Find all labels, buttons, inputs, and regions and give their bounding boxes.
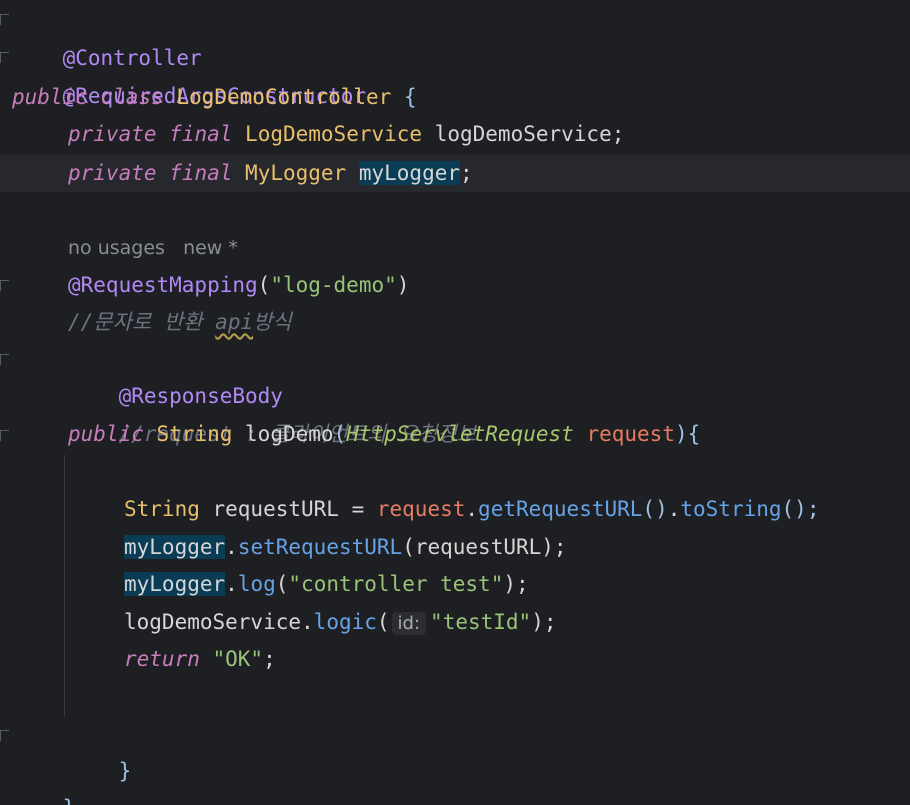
- type-name: String: [156, 422, 233, 446]
- method-call: log: [237, 572, 276, 596]
- comment-text: 방식: [253, 310, 292, 334]
- keyword: return: [124, 647, 200, 671]
- keyword: final: [169, 122, 233, 146]
- usages-text: no usages: [68, 237, 165, 259]
- code-line-current[interactable]: private final MyLogger myLogger;: [0, 155, 910, 192]
- param-name: request: [586, 422, 675, 446]
- field-ref-highlighted: myLogger: [124, 535, 226, 559]
- code-line[interactable]: logDemoService.logic(id: "testId");: [0, 604, 557, 641]
- paren: (: [376, 610, 390, 634]
- paren: (: [275, 572, 289, 596]
- comment-typo: api: [215, 310, 254, 334]
- semicolon: ;: [611, 122, 625, 146]
- code-line[interactable]: public String logDemo(HttpServletRequest…: [0, 416, 700, 453]
- type-name: LogDemoService: [245, 122, 423, 146]
- type-name: MyLogger: [245, 161, 347, 185]
- code-line[interactable]: @RequestMapping("log-demo"): [0, 267, 409, 304]
- paren: );: [541, 535, 567, 559]
- code-line[interactable]: public class LogDemoController {: [0, 79, 417, 116]
- paren: ): [396, 273, 410, 297]
- keyword: public: [68, 422, 144, 446]
- code-line[interactable]: String requestURL = request.getRequestUR…: [0, 491, 819, 528]
- code-line[interactable]: }: [0, 716, 132, 783]
- param-type: HttpServletRequest: [346, 422, 574, 446]
- comment-line[interactable]: //request : 클라이언트의 요청정보: [0, 379, 477, 446]
- field-ref-highlighted: myLogger: [124, 572, 226, 596]
- code-line[interactable]: @ResponseBody: [0, 341, 283, 408]
- paren: (: [402, 535, 415, 559]
- method-call: getRequestURL: [478, 497, 643, 521]
- comment-text: //문자로 반환: [68, 310, 216, 334]
- paren: ): [674, 422, 688, 446]
- string-literal: "log-demo": [270, 273, 397, 297]
- dot: .: [225, 535, 238, 559]
- dot: .: [667, 497, 681, 521]
- brace: }: [63, 796, 76, 805]
- keyword: class: [100, 85, 164, 109]
- code-line[interactable]: myLogger.setRequestURL(requestURL);: [0, 529, 567, 566]
- code-line[interactable]: private final LogDemoService logDemoServ…: [0, 116, 624, 153]
- method-call: logic: [313, 610, 377, 634]
- author-status: new *: [183, 237, 238, 259]
- paren: (): [642, 497, 668, 521]
- string-literal: "testId": [430, 610, 532, 634]
- dot: .: [225, 572, 238, 596]
- dot: .: [465, 497, 479, 521]
- field-ref: logDemoService: [124, 610, 302, 634]
- method-name: logDemo: [245, 422, 334, 446]
- keyword: public: [12, 85, 88, 109]
- code-editor[interactable]: @Controller @RequiredArgsConstructor pub…: [0, 0, 910, 805]
- paren: ();: [781, 497, 820, 521]
- class-name: LogDemoController: [176, 85, 392, 109]
- keyword: private: [68, 122, 157, 146]
- code-line[interactable]: myLogger.log("controller test");: [0, 566, 529, 603]
- paren: (: [333, 422, 347, 446]
- var-assign: requestURL =: [199, 497, 377, 521]
- paren: (: [257, 273, 271, 297]
- code-line[interactable]: }: [0, 753, 76, 805]
- semicolon: ;: [460, 161, 473, 185]
- method-call: setRequestURL: [237, 535, 403, 559]
- keyword: private: [68, 161, 157, 185]
- comment-line[interactable]: //문자로 반환 api방식: [0, 304, 292, 341]
- type-name: String: [124, 497, 200, 521]
- method-call: toString: [680, 497, 782, 521]
- argument: requestURL: [414, 535, 542, 559]
- string-literal: "OK": [199, 647, 264, 671]
- field-name-highlighted: myLogger: [358, 161, 461, 185]
- param-ref: request: [376, 497, 466, 521]
- paren: );: [531, 610, 557, 634]
- keyword: final: [169, 161, 233, 185]
- brace: {: [687, 422, 701, 446]
- brace: }: [118, 759, 132, 783]
- code-line[interactable]: @Controller: [0, 3, 202, 70]
- annotation: @RequestMapping: [68, 273, 258, 297]
- dot: .: [301, 610, 314, 634]
- semicolon: ;: [263, 647, 276, 671]
- field-name: logDemoService: [434, 122, 612, 146]
- paren: );: [503, 572, 529, 596]
- string-literal: "controller test": [288, 572, 504, 596]
- code-line[interactable]: return "OK";: [0, 641, 276, 678]
- brace: {: [403, 85, 417, 109]
- usage-hint[interactable]: no usages new *: [0, 230, 238, 267]
- parameter-name-hint: id:: [391, 612, 427, 635]
- code-line[interactable]: @RequiredArgsConstructor: [0, 41, 366, 108]
